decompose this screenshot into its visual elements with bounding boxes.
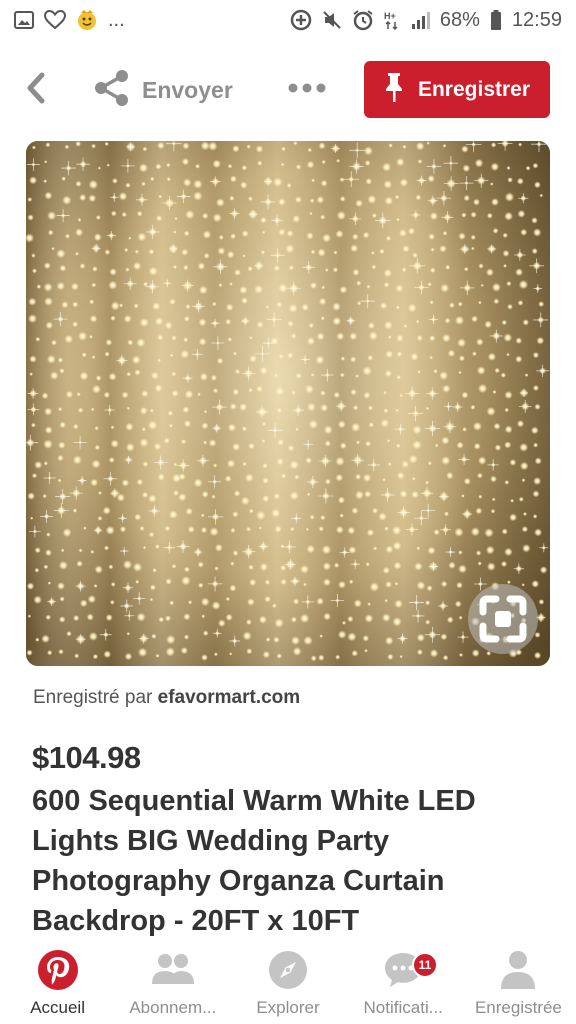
gallery-icon [14,9,34,31]
bottom-nav: Accueil Abonnem... Explorer 11 Notificat… [0,940,576,1024]
visual-search-icon [479,595,527,643]
status-right: H+ 68% 12:59 [290,9,562,32]
save-button[interactable]: Enregistrer [364,61,550,118]
nav-label-following: Abonnem... [129,998,217,1017]
people-icon [150,948,196,992]
more-options-button[interactable] [284,74,330,106]
nav-label-home: Accueil [30,998,85,1017]
nav-item-notifications[interactable]: 11 Notificati... [346,940,461,1024]
emoji-icon [76,9,98,31]
nav-item-explore[interactable]: Explorer [230,940,345,1024]
status-bar: ... H+ 68% 12:59 [0,0,576,40]
pushpin-icon [384,71,404,108]
alarm-icon [352,9,374,31]
compass-icon [265,948,311,992]
ellipsis-icon [287,81,327,99]
pinterest-logo-icon [35,948,81,992]
svg-text:H+: H+ [384,11,396,21]
nav-item-home[interactable]: Accueil [0,940,115,1024]
heart-outline-icon [44,9,66,31]
mute-icon [322,9,342,31]
battery-icon [490,9,502,31]
save-label: Enregistrer [417,77,531,101]
nav-label-saved: Enregistrée [474,998,562,1017]
person-icon [495,948,541,992]
share-icon [92,68,132,113]
visual-search-button[interactable] [468,584,538,654]
action-bar: Envoyer Enregistrer [0,56,576,124]
battery-percent: 68% [439,8,480,31]
notification-badge: 11 [411,952,439,978]
hplus-signal-icon: H+ [384,9,400,31]
back-button[interactable] [18,70,54,110]
clock: 12:59 [511,8,562,31]
nav-item-following[interactable]: Abonnem... [115,940,230,1024]
nav-label-notifications: Notificati... [363,998,443,1017]
status-left: ... [14,9,125,32]
status-more: ... [108,8,125,31]
pin-price: $104.98 [32,740,141,775]
share-button[interactable]: Envoyer [92,66,233,114]
curtain-lights-photo [26,141,550,666]
pin-image[interactable] [26,141,550,666]
data-saver-icon [290,9,312,31]
saved-by: Enregistré par efavormart.com [33,687,300,709]
nav-item-saved[interactable]: Enregistrée [461,940,576,1024]
pin-title: 600 Sequential Warm White LED Lights BIG… [32,785,476,937]
chevron-left-icon [26,72,46,109]
signal-icon [410,9,430,31]
share-label: Envoyer [142,76,233,103]
saved-by-prefix: Enregistré par [33,687,153,708]
saved-by-site-link[interactable]: efavormart.com [158,687,301,708]
nav-label-explore: Explorer [256,998,320,1017]
